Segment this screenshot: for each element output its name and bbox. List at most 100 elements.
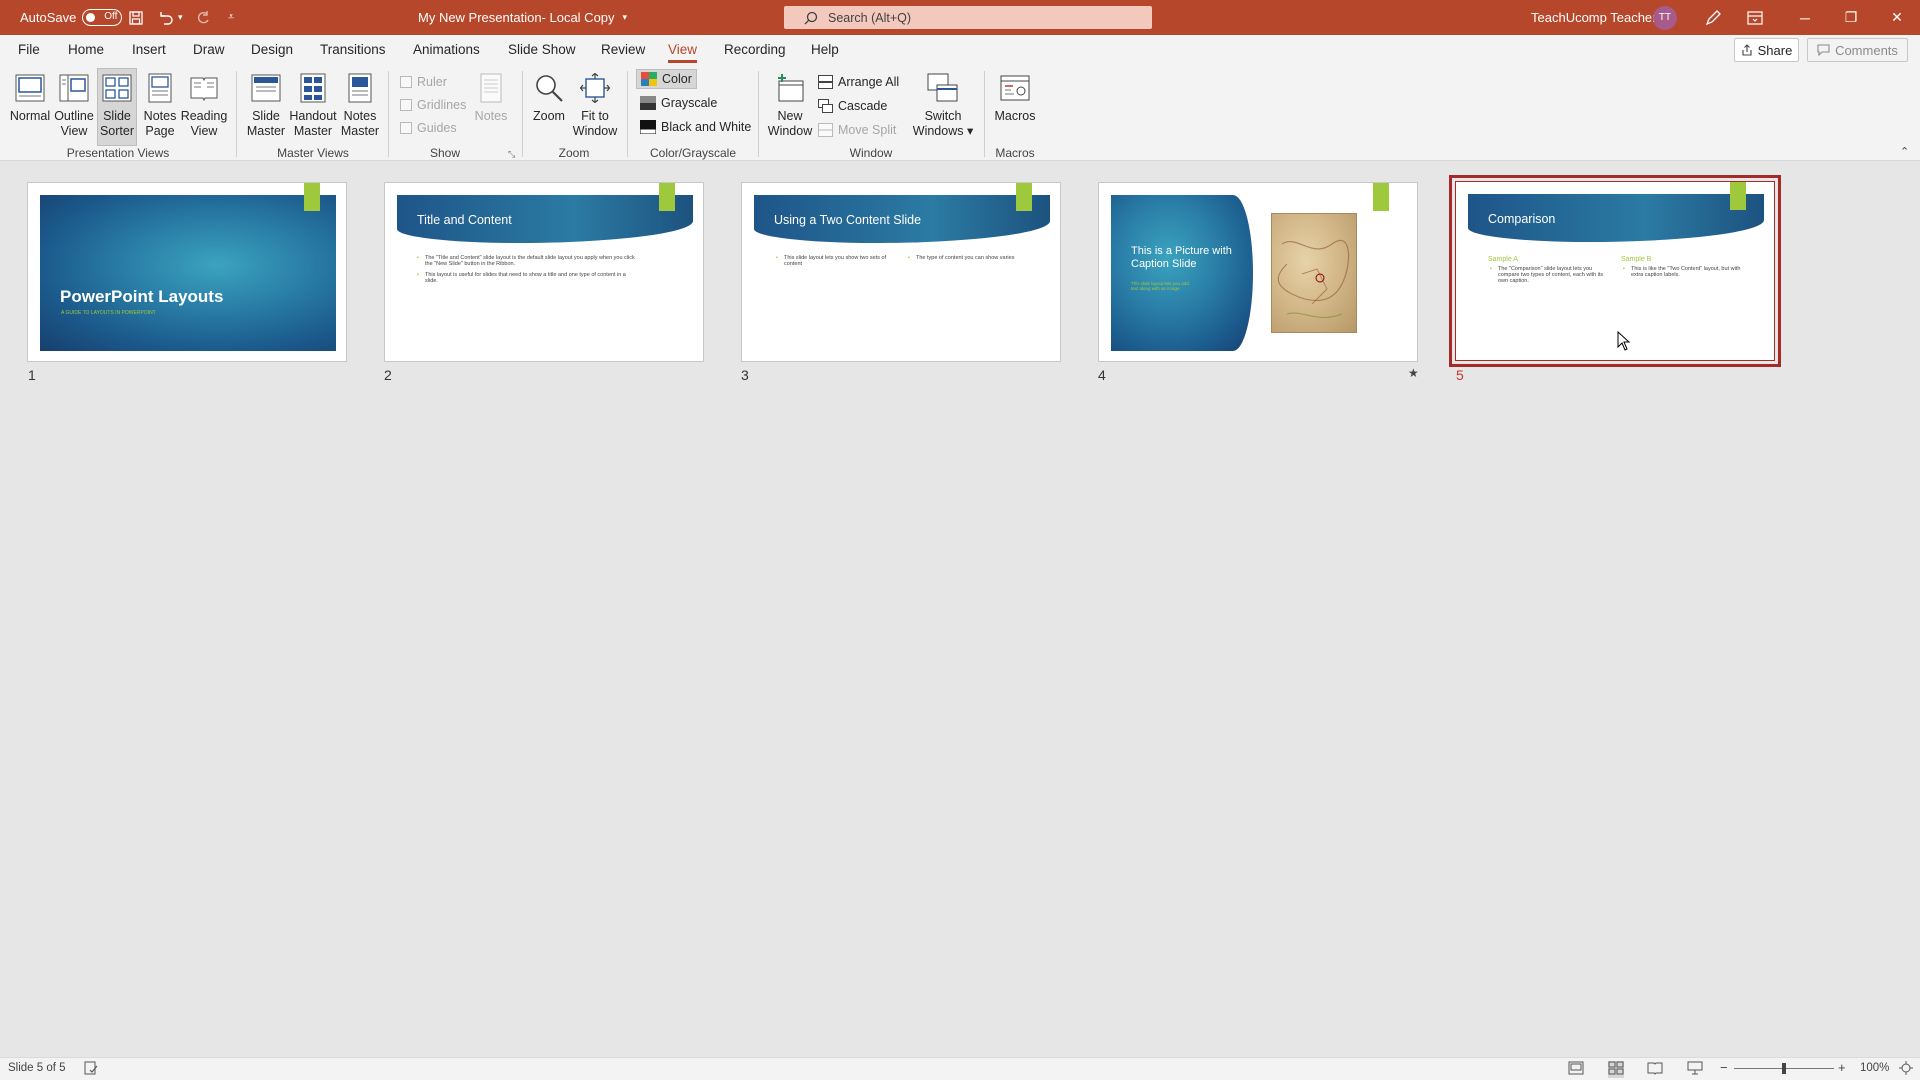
ribbon-tabs: File Home Insert Draw Design Transitions…	[0, 35, 1920, 65]
autosave-label: AutoSave	[20, 10, 77, 25]
tab-design[interactable]: Design	[251, 42, 293, 57]
slide-title: This is a Picture with Caption Slide	[1131, 245, 1232, 270]
grayscale-button[interactable]: Grayscale	[640, 93, 717, 113]
zoom-in-icon[interactable]: +	[1838, 1060, 1846, 1075]
move-split-button[interactable]: Move Split	[818, 120, 896, 140]
transition-star-icon[interactable]: ★	[1408, 366, 1419, 380]
slide-thumbnail-1[interactable]: PowerPoint Layouts A GUIDE TO LAYOUTS IN…	[27, 182, 347, 362]
slide-title: Comparison	[1488, 212, 1556, 226]
cascade-label: Cascade	[838, 99, 888, 113]
switch-windows-icon	[926, 71, 960, 105]
reading-view-label-2: View	[190, 124, 218, 138]
slide-thumbnail-4[interactable]: This is a Picture with Caption Slide Thi…	[1098, 182, 1418, 362]
cascade-button[interactable]: Cascade	[818, 96, 887, 116]
tab-file[interactable]: File	[18, 42, 40, 57]
undo-dropdown-icon[interactable]: ▾	[178, 0, 183, 35]
accent-tab	[304, 183, 320, 211]
gridlines-label: Gridlines	[417, 98, 467, 112]
switch-windows-button[interactable]: Switch Windows ▾	[908, 69, 978, 149]
notes-button[interactable]: Notes	[470, 69, 512, 149]
slideshow-status-icon[interactable]	[1687, 1061, 1703, 1078]
slide-sorter-icon	[100, 71, 134, 105]
macros-button[interactable]: Macros	[990, 69, 1040, 149]
black-and-white-button[interactable]: Black and White	[640, 117, 751, 137]
new-window-button[interactable]: New Window	[766, 69, 814, 149]
handout-master-button[interactable]: Handout Master	[287, 69, 339, 149]
slide-sorter-status-icon[interactable]	[1608, 1061, 1624, 1078]
save-icon[interactable]	[128, 0, 144, 35]
undo-icon[interactable]	[157, 0, 175, 35]
tab-insert[interactable]: Insert	[132, 42, 166, 57]
search-input[interactable]: Search (Alt+Q)	[784, 6, 1152, 29]
minimize-button[interactable]: ─	[1782, 0, 1828, 35]
comments-button[interactable]: Comments	[1807, 38, 1908, 62]
tab-animations[interactable]: Animations	[413, 42, 480, 57]
outline-view-button[interactable]: Outline View	[52, 69, 96, 149]
ruler-checkbox[interactable]: Ruler	[400, 72, 447, 92]
close-button[interactable]: ✕	[1874, 0, 1920, 35]
share-button[interactable]: Share	[1734, 38, 1799, 62]
notes-page-label-1: Notes	[143, 109, 177, 123]
tab-slide-show[interactable]: Slide Show	[508, 42, 576, 57]
tab-review[interactable]: Review	[601, 42, 645, 57]
slide-master-button[interactable]: Slide Master	[245, 69, 287, 149]
slide-sorter-label-2: Sorter	[99, 124, 135, 138]
dialog-launcher-icon[interactable]: ⤡	[508, 149, 515, 160]
slide-thumbnail-3[interactable]: Using a Two Content Slide This slide lay…	[741, 182, 1061, 362]
gridlines-checkbox[interactable]: Gridlines	[400, 95, 466, 115]
zoom-out-icon[interactable]: −	[1720, 1060, 1728, 1075]
tab-home[interactable]: Home	[68, 42, 104, 57]
user-name[interactable]: TeachUcomp Teacher	[1531, 0, 1657, 35]
tab-help[interactable]: Help	[811, 42, 839, 57]
customize-qat-icon[interactable]: ⩡	[228, 0, 234, 35]
color-button[interactable]: Color	[636, 69, 697, 89]
ribbon-display-options-icon[interactable]	[1747, 0, 1763, 35]
magnifier-icon	[532, 71, 566, 105]
document-title[interactable]: My New Presentation- Local Copy ▾	[418, 0, 627, 35]
zoom-level[interactable]: 100%	[1860, 1062, 1889, 1074]
status-bar: Slide 5 of 5 − + 100%	[0, 1057, 1920, 1080]
avatar-initials: TT	[1653, 5, 1677, 30]
slide-title: Using a Two Content Slide	[774, 213, 922, 227]
reading-view-button[interactable]: Reading View	[180, 69, 228, 149]
restore-button[interactable]: ❐	[1828, 0, 1874, 35]
tab-draw[interactable]: Draw	[193, 42, 225, 57]
accessibility-icon[interactable]	[84, 1061, 98, 1078]
tab-transitions[interactable]: Transitions	[320, 42, 386, 57]
ribbon: Normal Outline View Slide Sorter Notes P…	[0, 65, 1920, 161]
normal-view-button[interactable]: Normal	[8, 69, 52, 149]
arrange-all-button[interactable]: Arrange All	[818, 72, 899, 92]
slide-sorter-button[interactable]: Slide Sorter	[97, 68, 137, 146]
fit-to-window-label-1: Fit to	[581, 109, 609, 123]
redo-icon[interactable]	[195, 0, 211, 35]
share-label: Share	[1757, 42, 1793, 58]
normal-view-status-icon[interactable]	[1568, 1061, 1584, 1078]
avatar[interactable]: TT	[1653, 0, 1677, 35]
tab-view[interactable]: View	[668, 42, 698, 63]
fit-slide-icon[interactable]	[1899, 1061, 1913, 1078]
notes-master-button[interactable]: Notes Master	[339, 69, 381, 149]
slide-thumbnail-2[interactable]: Title and Content The "Title and Content…	[384, 182, 704, 362]
notes-page-button[interactable]: Notes Page	[140, 69, 180, 149]
group-separator	[388, 71, 389, 157]
zoom-slider-thumb[interactable]	[1782, 1063, 1786, 1074]
zoom-button[interactable]: Zoom	[530, 69, 568, 149]
fit-to-window-button[interactable]: Fit to Window	[570, 69, 620, 149]
collapse-ribbon-icon[interactable]: ⌃	[1900, 145, 1909, 158]
tab-recording[interactable]: Recording	[724, 42, 786, 57]
reading-view-status-icon[interactable]	[1647, 1061, 1663, 1078]
slide-caption: This slide layout lets you add text alon…	[1131, 281, 1189, 291]
autosave-toggle[interactable]: Off	[82, 9, 123, 26]
notes-page-label-2: Page	[145, 124, 175, 138]
macros-icon	[998, 71, 1032, 105]
autosave[interactable]: AutoSave Off	[20, 0, 123, 35]
guides-checkbox[interactable]: Guides	[400, 118, 457, 138]
switch-windows-label-2-text: Windows	[912, 124, 964, 138]
checkbox-icon	[400, 99, 412, 111]
new-window-icon	[773, 71, 807, 105]
new-window-label-2: Window	[767, 124, 813, 138]
pen-icon[interactable]	[1704, 0, 1722, 35]
grayscale-label: Grayscale	[661, 96, 718, 110]
slide-thumbnail-5[interactable]: Comparison Sample A Sample B The "Compar…	[1449, 175, 1781, 367]
notes-label: Notes	[474, 109, 508, 123]
